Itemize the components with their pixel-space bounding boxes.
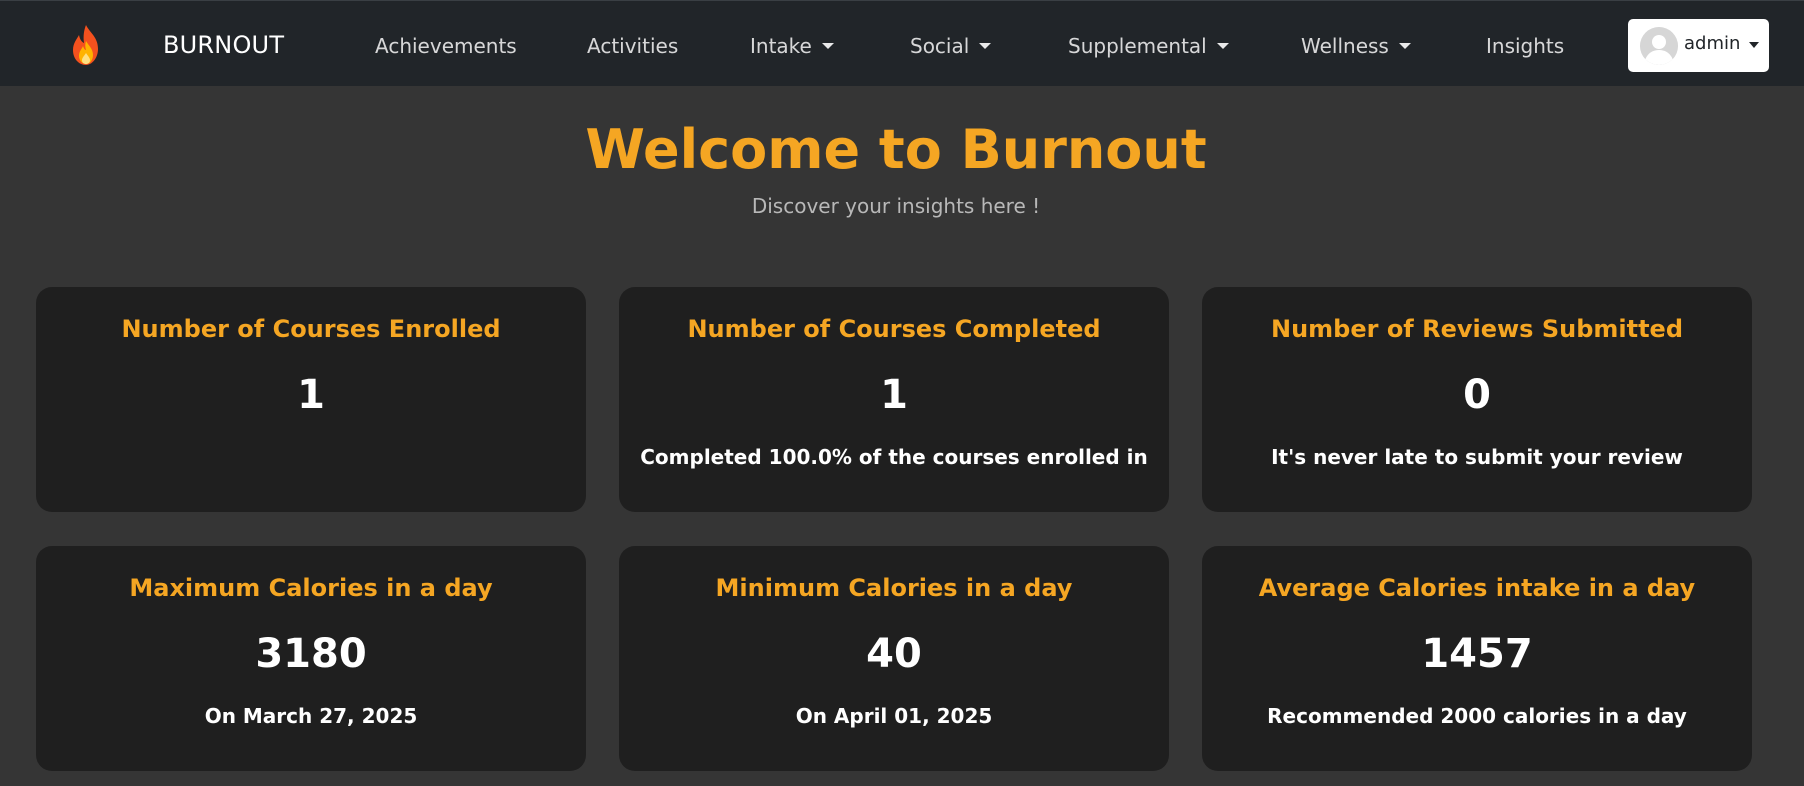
nav-achievements[interactable]: Achievements — [375, 33, 517, 59]
courses-enrolled-card: Number of Courses Enrolled 1 — [36, 287, 586, 512]
nav-insights[interactable]: Insights — [1486, 33, 1564, 59]
nav-wellness-label: Wellness — [1301, 34, 1389, 58]
card-value: 1 — [297, 372, 325, 418]
card-value: 1457 — [1421, 631, 1533, 677]
card-note: It's never late to submit your review — [1271, 445, 1683, 469]
nav-wellness-dropdown[interactable]: Wellness — [1301, 33, 1411, 59]
card-title: Number of Courses Completed — [687, 315, 1101, 343]
nav-supplemental-label: Supplemental — [1068, 34, 1207, 58]
card-note: Completed 100.0% of the courses enrolled… — [640, 445, 1148, 469]
card-value: 0 — [1463, 372, 1491, 418]
card-value: 40 — [866, 631, 922, 677]
top-navbar: BURNOUT Achievements Activities Intake S… — [0, 0, 1804, 86]
card-title: Number of Reviews Submitted — [1270, 315, 1684, 343]
nav-achievements-label: Achievements — [375, 34, 517, 58]
avg-calories-card: Average Calories intake in a day 1457 Re… — [1202, 546, 1752, 771]
max-calories-card: Maximum Calories in a day 3180 On March … — [36, 546, 586, 771]
card-title: Number of Courses Enrolled — [121, 315, 501, 343]
caret-down-icon — [979, 42, 992, 49]
page-title: Welcome to Burnout — [585, 118, 1207, 181]
card-note: On March 27, 2025 — [204, 704, 418, 728]
caret-down-icon — [1398, 42, 1411, 49]
nav-social-dropdown[interactable]: Social — [910, 33, 992, 59]
brand-name[interactable]: BURNOUT — [163, 31, 284, 59]
nav-activities-label: Activities — [587, 34, 679, 58]
card-title: Average Calories intake in a day — [1258, 574, 1696, 602]
reviews-submitted-card: Number of Reviews Submitted 0 It's never… — [1202, 287, 1752, 512]
caret-down-icon — [1749, 42, 1759, 48]
card-note: On April 01, 2025 — [795, 704, 993, 728]
caret-down-icon — [1216, 42, 1229, 49]
nav-social-label: Social — [910, 34, 970, 58]
card-title: Minimum Calories in a day — [715, 574, 1073, 602]
card-value: 1 — [880, 372, 908, 418]
nav-intake-label: Intake — [750, 34, 812, 58]
flame-icon[interactable] — [66, 23, 106, 67]
user-menu-button[interactable]: admin — [1628, 19, 1769, 72]
nav-intake-dropdown[interactable]: Intake — [750, 33, 834, 59]
card-title: Maximum Calories in a day — [129, 574, 493, 602]
card-value: 3180 — [255, 631, 367, 677]
caret-down-icon — [821, 42, 834, 49]
nav-activities[interactable]: Activities — [587, 33, 678, 59]
card-note: Recommended 2000 calories in a day — [1267, 704, 1687, 728]
nav-supplemental-dropdown[interactable]: Supplemental — [1068, 33, 1229, 59]
courses-completed-card: Number of Courses Completed 1 Completed … — [619, 287, 1169, 512]
nav-insights-label: Insights — [1486, 34, 1565, 58]
min-calories-card: Minimum Calories in a day 40 On April 01… — [619, 546, 1169, 771]
user-name: admin — [1684, 33, 1741, 54]
user-avatar-icon — [1640, 27, 1678, 65]
page-subtitle: Discover your insights here ! — [751, 194, 1041, 218]
